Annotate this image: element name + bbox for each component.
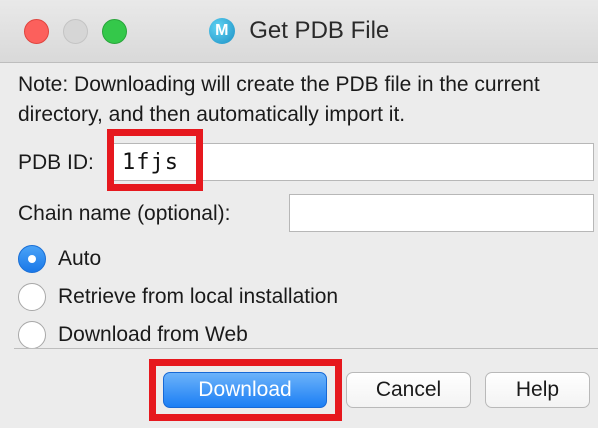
radio-auto[interactable] [18, 245, 46, 273]
download-button[interactable]: Download [163, 372, 327, 408]
radio-auto-label[interactable]: Auto [58, 247, 101, 271]
button-divider [14, 348, 598, 349]
radio-local-installation-label[interactable]: Retrieve from local installation [58, 285, 338, 309]
window-title: Get PDB File [249, 17, 390, 44]
radio-download-web[interactable] [18, 321, 46, 349]
chain-name-label: Chain name (optional): [18, 202, 231, 225]
chain-name-input[interactable] [289, 194, 594, 232]
radio-local-installation[interactable] [18, 283, 46, 311]
cancel-button[interactable]: Cancel [346, 372, 471, 408]
title-bar[interactable]: M Get PDB File [0, 0, 598, 63]
get-pdb-file-dialog: M Get PDB File Note: Downloading will cr… [0, 0, 598, 428]
help-button[interactable]: Help [485, 372, 590, 408]
app-logo-icon: M [208, 18, 235, 44]
window-title-group: M Get PDB File [0, 17, 598, 47]
radio-download-web-label[interactable]: Download from Web [58, 323, 248, 347]
note-text: Note: Downloading will create the PDB fi… [18, 73, 540, 126]
pdb-id-input[interactable] [113, 143, 594, 181]
pdb-id-label: PDB ID: [18, 151, 94, 174]
